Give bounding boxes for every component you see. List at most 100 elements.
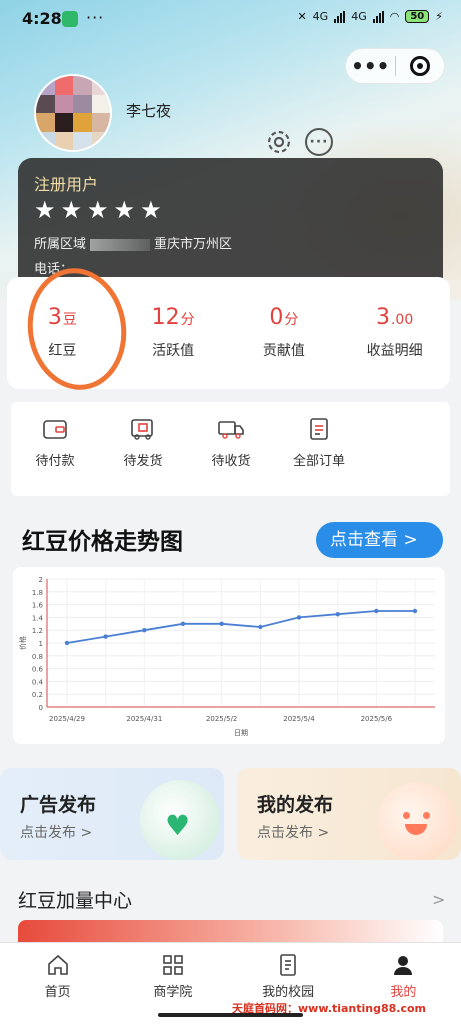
gear-icon[interactable] (265, 128, 293, 156)
stat-red-bean[interactable]: 3豆 红豆 (7, 277, 118, 389)
star-icon: ★ (34, 196, 56, 224)
member-card: 注册用户 ★ ★ ★ ★ ★ 所属区域 重庆市万州区 电话： (18, 158, 443, 280)
stat-earnings[interactable]: 3.00 收益明细 (339, 277, 450, 389)
y-tick-label: 0.4 (32, 678, 44, 686)
x-tick-label: 2025/5/4 (283, 715, 315, 723)
member-role: 注册用户 (34, 175, 99, 194)
y-tick-label: 2 (39, 576, 43, 584)
signal-icon (372, 10, 384, 23)
ad-publish-card[interactable]: 广告发布 点击发布 > ♥ (0, 768, 224, 860)
order-list-icon (310, 418, 328, 440)
wifi-icon: ◠ (389, 10, 400, 23)
stat-unit: 分 (180, 312, 195, 328)
charging-icon: ⚡ (435, 10, 443, 23)
y-tick-label: 1.4 (32, 614, 44, 622)
x-tick-label: 2025/5/6 (361, 715, 393, 723)
x-tick-label: 2025/4/31 (126, 715, 162, 723)
status-dots: ··· (86, 8, 105, 27)
more-dots-icon[interactable]: ••• (346, 51, 395, 81)
order-label: 待付款 (35, 454, 75, 469)
username: 李七夜 (126, 102, 172, 120)
chart-section-title: 红豆价格走势图 (22, 529, 183, 555)
home-indicator (158, 1013, 303, 1017)
star-icon: ★ (87, 196, 109, 224)
stat-label: 收益明细 (366, 343, 423, 359)
y-tick-label: 1 (39, 640, 43, 648)
data-point (64, 640, 70, 646)
phone-label: 电话： (34, 262, 74, 277)
data-point (103, 634, 108, 639)
view-chart-button[interactable]: 点击查看 > (316, 522, 443, 558)
order-label: 待收货 (211, 454, 251, 469)
home-icon (47, 954, 68, 975)
stat-label: 红豆 (48, 343, 77, 359)
truck-icon (218, 421, 244, 439)
x-tick-label: 2025/5/2 (206, 715, 237, 723)
y-tick-label: 0 (39, 704, 43, 712)
series-line (66, 610, 415, 644)
tab-label: 商学院 (153, 985, 193, 1000)
price-chart-svg: 0 0.2 0.4 0.6 0.8 1 1.2 1.4 1.6 1.8 2 2025/4/29 2025… (18, 576, 435, 737)
region-prefix: 所属区域 (34, 237, 87, 252)
data-point (219, 621, 224, 626)
tab-business-school[interactable]: 商学院 (115, 943, 230, 1024)
order-all[interactable]: 全部订单 (275, 402, 363, 496)
promo-title: 我的发布 (257, 794, 334, 816)
add-center-title[interactable]: 红豆加量中心 (18, 886, 132, 913)
x-tick-label: 2025/4/29 (49, 715, 85, 723)
orders-panel: 待付款 待发货 待收货 全部订单 (11, 402, 450, 496)
y-axis-label: 价格 (18, 636, 27, 650)
stat-contribution[interactable]: 0分 贡献值 (229, 277, 340, 389)
shield-icon (62, 11, 78, 27)
avatar[interactable] (34, 74, 112, 152)
grid-icon (163, 955, 183, 975)
promo-subtitle: 点击发布 > (20, 825, 93, 841)
wallet-icon (43, 420, 67, 439)
stat-unit: 分 (284, 312, 299, 328)
tab-label: 我的校园 (262, 985, 315, 1000)
stat-value: 0 (269, 305, 284, 330)
stat-unit: 豆 (62, 312, 77, 328)
person-icon (394, 956, 413, 975)
stat-label: 活跃值 (152, 343, 195, 359)
heart-icon: ♥ (165, 809, 191, 842)
y-tick-label: 0.8 (32, 653, 43, 661)
stat-value: 3 (47, 305, 62, 330)
document-icon (280, 954, 296, 976)
tab-label: 首页 (44, 985, 71, 1000)
smile-icon (377, 782, 457, 860)
star-icon: ★ (140, 196, 162, 224)
x-axis-label: 日期 (234, 729, 248, 737)
status-time: 4:28 (22, 9, 62, 28)
order-pending-shipment[interactable]: 待发货 (99, 402, 187, 496)
network-label: 4G (312, 10, 329, 23)
network-label-2: 4G (351, 10, 367, 23)
data-point (335, 612, 340, 617)
star-icon: ★ (113, 196, 136, 224)
stat-value: 12 (151, 305, 180, 330)
data-point (412, 608, 418, 614)
order-pending-payment[interactable]: 待付款 (11, 402, 99, 496)
data-point (296, 615, 302, 620)
stat-label: 贡献值 (262, 343, 305, 359)
message-icon[interactable]: ··· (305, 128, 333, 156)
tab-home[interactable]: 首页 (0, 943, 115, 1024)
target-icon[interactable] (395, 56, 444, 76)
signal-icon (334, 10, 346, 23)
star-icon: ★ (60, 196, 83, 224)
promo-subtitle: 点击发布 > (257, 825, 330, 841)
y-tick-label: 0.2 (32, 691, 43, 699)
data-point (142, 628, 147, 633)
y-tick-label: 1.2 (32, 627, 43, 635)
my-publish-card[interactable]: 我的发布 点击发布 > (237, 768, 461, 860)
data-point (374, 608, 379, 614)
chevron-right-icon[interactable]: > (432, 890, 445, 909)
star-rating: ★ ★ ★ ★ ★ (34, 198, 162, 222)
region-info: 所属区域 重庆市万州区 (34, 233, 232, 252)
region-suffix: 重庆市万州区 (154, 237, 233, 252)
order-pending-receipt[interactable]: 待收货 (187, 402, 275, 496)
promo-title: 广告发布 (20, 794, 97, 816)
price-chart: 0 0.2 0.4 0.6 0.8 1 1.2 1.4 1.6 1.8 2 2025/4/29 2025… (13, 567, 445, 744)
stat-activity[interactable]: 12分 活跃值 (118, 277, 229, 389)
shipping-box-icon (131, 419, 153, 440)
